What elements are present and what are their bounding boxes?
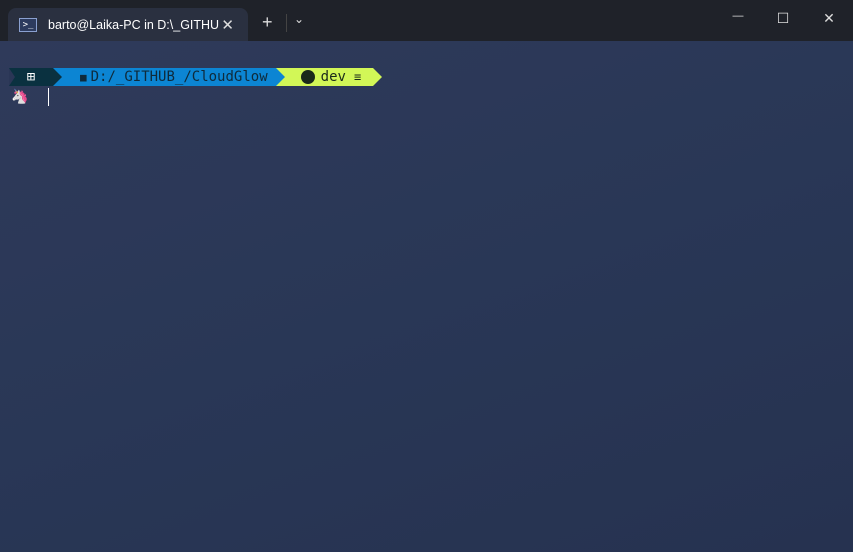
tab-close-icon[interactable]: ✕ [221,16,234,34]
github-icon [300,70,315,84]
input-line: 🦄 [11,88,50,106]
branch-name: dev [320,69,346,85]
tab-terminal[interactable]: >_ barto@Laika-PC in D:\_GITHU ✕ [8,8,248,42]
path-text: D:/_GITHUB_/CloudGlow [90,69,268,85]
path-segment: ■ D:/_GITHUB_/CloudGlow [62,68,276,86]
divider [286,14,287,32]
windows-icon: ⊞ [26,69,36,85]
new-tab-button[interactable]: + [262,12,273,33]
minimize-button[interactable]: — [728,10,748,22]
unicorn-icon: 🦄 [11,89,29,105]
terminal-area[interactable]: ⊞ ■ D:/_GITHUB_/CloudGlow dev ≡ 🦄 [0,41,853,552]
close-button[interactable]: ✕ [819,10,839,27]
prompt-line: ⊞ ■ D:/_GITHUB_/CloudGlow dev ≡ [9,68,383,86]
git-segment: dev ≡ [284,68,374,86]
powershell-icon: >_ [19,18,37,32]
git-status: ≡ [353,70,362,84]
folder-icon: ■ [80,70,87,84]
tab-title: barto@Laika-PC in D:\_GITHU [48,18,220,32]
dropdown-button[interactable]: ⌄ [294,12,304,26]
text-cursor [48,88,50,106]
title-bar: >_ barto@Laika-PC in D:\_GITHU ✕ + ⌄ — ☐… [0,0,853,42]
maximize-button[interactable]: ☐ [773,10,793,27]
os-segment: ⊞ [9,68,53,86]
